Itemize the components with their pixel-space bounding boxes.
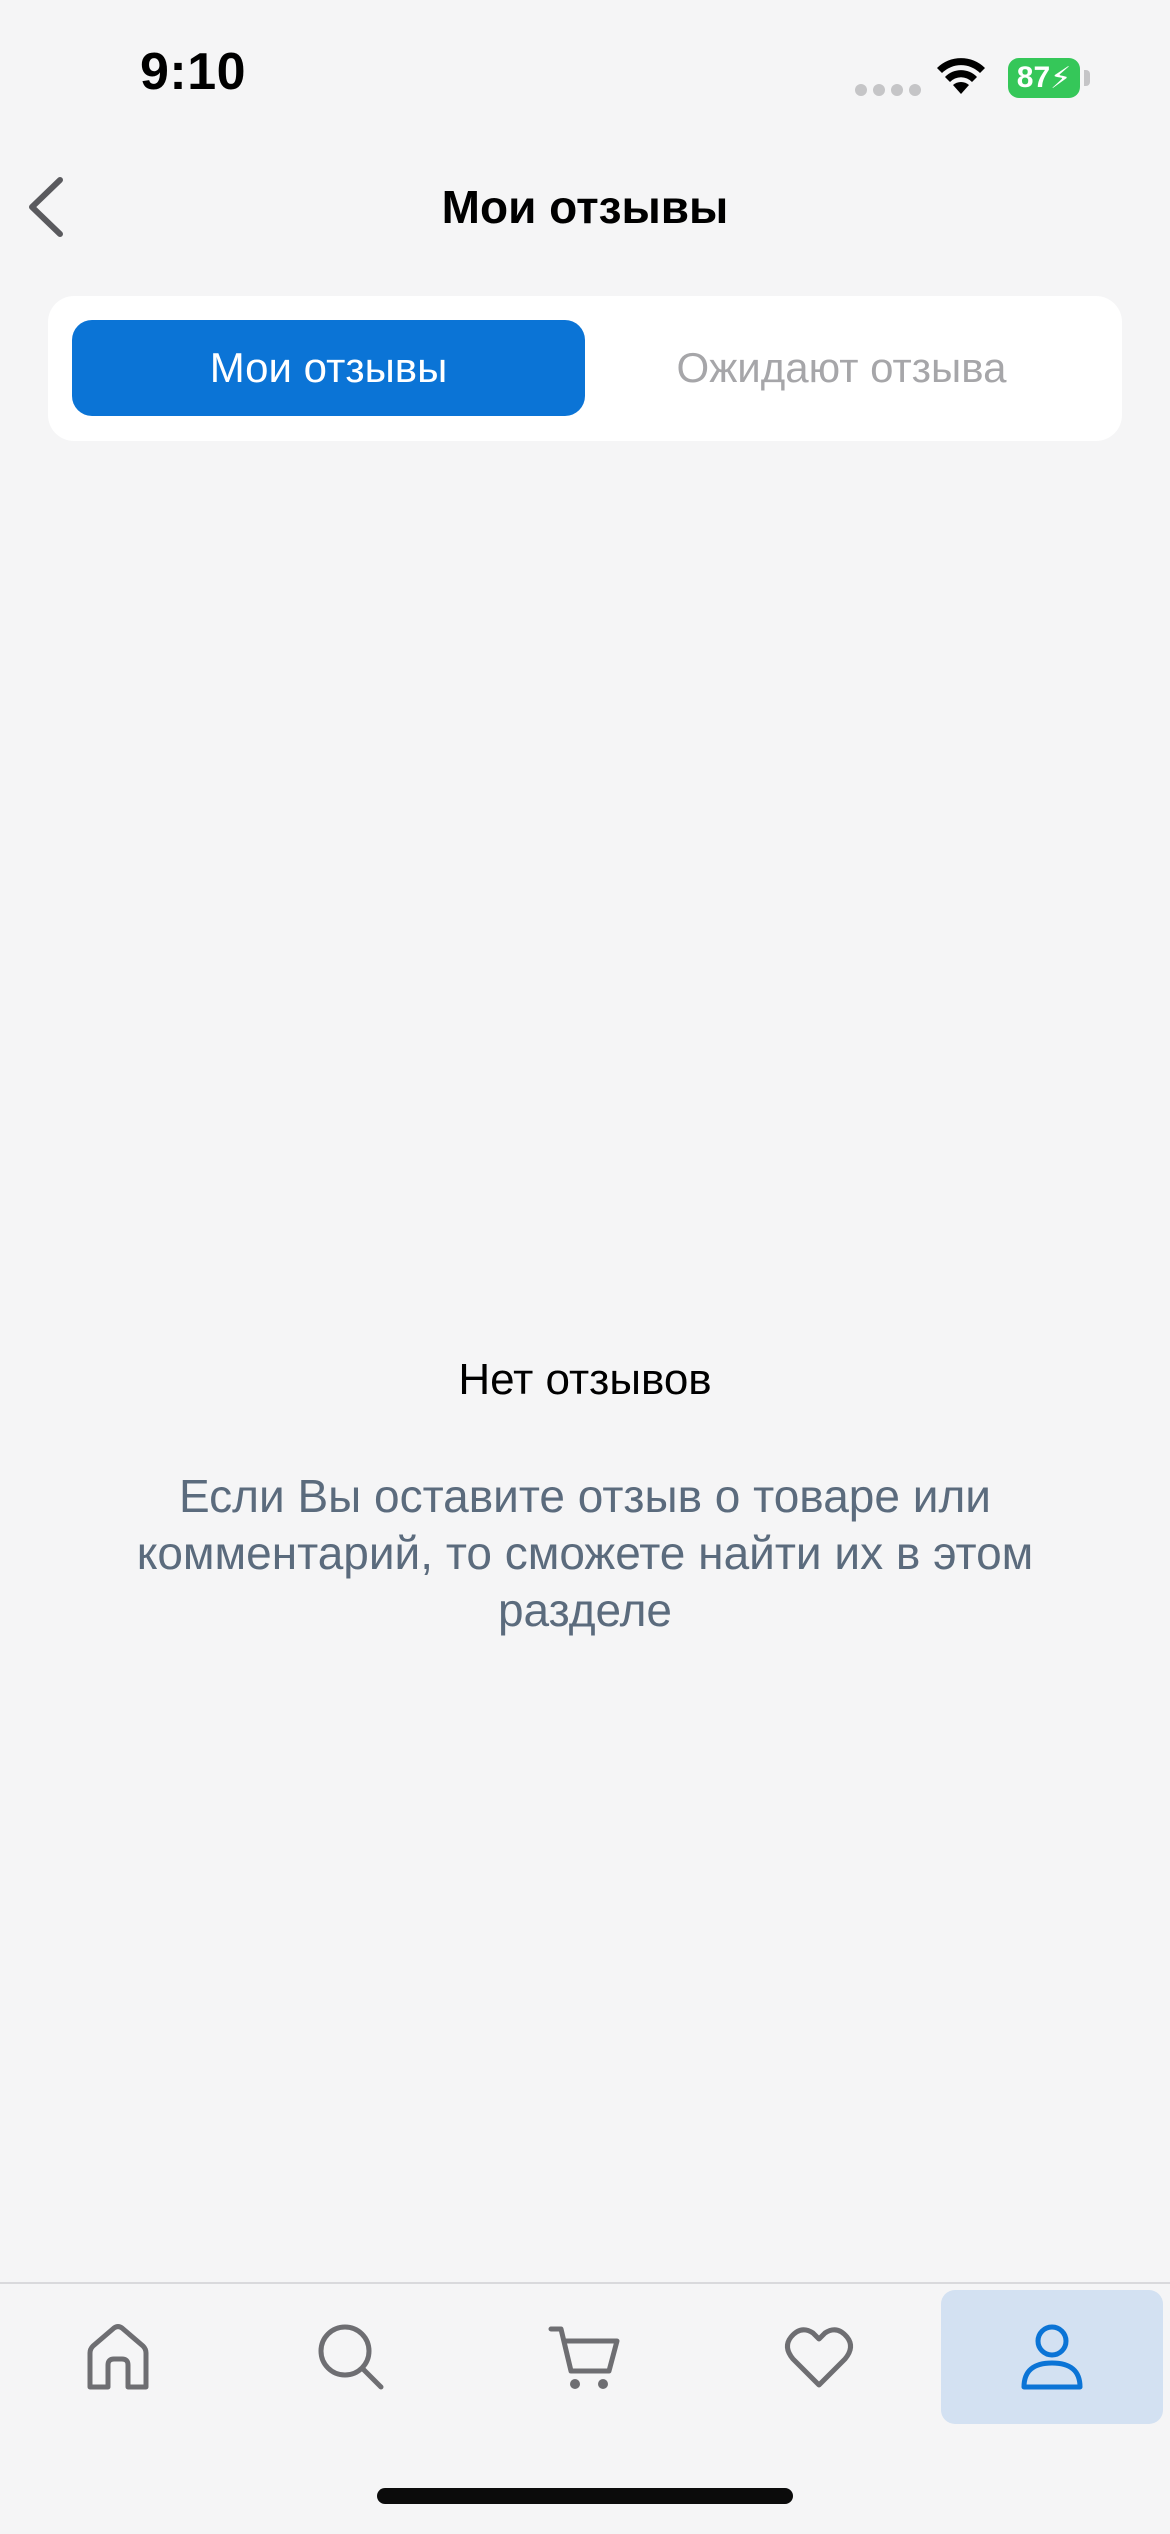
nav-home[interactable] — [7, 2290, 229, 2424]
segmented-tabs: Мои отзывы Ожидают отзыва — [48, 296, 1122, 441]
tab-my-reviews[interactable]: Мои отзывы — [72, 320, 585, 416]
cart-icon — [548, 2326, 620, 2389]
empty-state-description: Если Вы оставите отзыв о товаре или комм… — [136, 1470, 1034, 1636]
profile-icon — [1021, 2324, 1083, 2390]
nav-profile[interactable] — [941, 2290, 1163, 2424]
wifi-icon — [937, 58, 985, 94]
home-indicator[interactable] — [377, 2488, 793, 2504]
nav-search[interactable] — [240, 2290, 462, 2424]
home-icon — [87, 2324, 149, 2390]
battery-level: 87 — [1016, 61, 1051, 94]
nav-favorites[interactable] — [708, 2290, 930, 2424]
charging-bolt-icon: ⚡ — [1050, 61, 1072, 95]
battery-icon: 87 ⚡ — [1008, 58, 1080, 98]
header: Мои отзывы — [0, 150, 1170, 265]
battery-cap — [1084, 70, 1090, 86]
cellular-signal-icon — [855, 84, 921, 96]
nav-cart[interactable] — [474, 2290, 696, 2424]
status-time: 9:10 — [140, 43, 247, 101]
page-title: Мои отзывы — [441, 181, 729, 233]
empty-state-title: Нет отзывов — [458, 1355, 712, 1404]
heart-icon — [785, 2327, 853, 2388]
search-icon — [318, 2324, 384, 2390]
status-bar: 9:10 87 ⚡ — [0, 0, 1170, 150]
tab-awaiting-review[interactable]: Ожидают отзыва — [585, 320, 1098, 416]
